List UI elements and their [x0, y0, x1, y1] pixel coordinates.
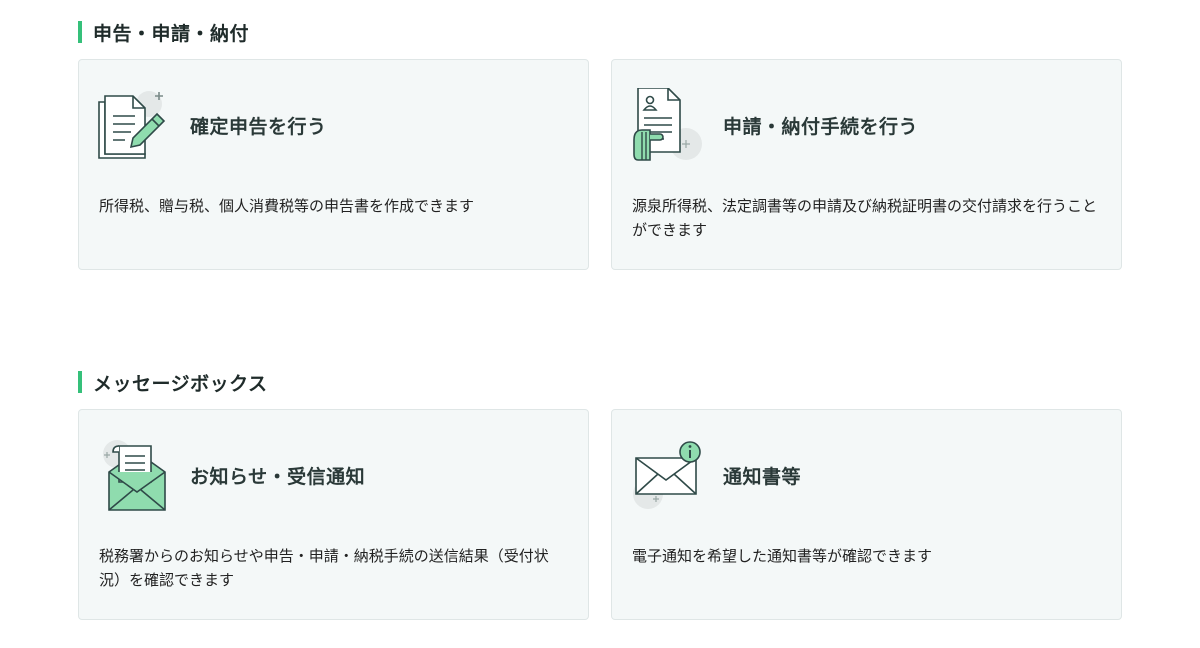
section-message-box: メッセージボックス お知らせ・受信通知 税務署からのお知らせや申告・申請・納税手…	[78, 370, 1125, 623]
card-grid: 確定申告を行う 所得税、贈与税、個人消費税等の申告書を作成できます 申請・納付手…	[78, 59, 1125, 273]
card-notices[interactable]: お知らせ・受信通知 税務署からのお知らせや申告・申請・納税手続の送信結果（受付状…	[78, 409, 589, 620]
open-envelope-letter-icon	[97, 438, 171, 512]
card-title: 通知書等	[723, 466, 802, 488]
envelope-info-icon	[630, 438, 704, 512]
section-title: メッセージボックス	[93, 372, 268, 395]
document-pencil-icon	[97, 88, 171, 162]
card-description: 源泉所得税、法定調書等の申請及び納税証明書の交付請求を行うことができます	[632, 197, 1098, 239]
card-description: 電子通知を希望した通知書等が確認できます	[632, 547, 933, 565]
card-notification-documents[interactable]: 通知書等 電子通知を希望した通知書等が確認できます	[611, 409, 1122, 620]
card-tax-return[interactable]: 確定申告を行う 所得税、贈与税、個人消費税等の申告書を作成できます	[78, 59, 589, 270]
card-title: お知らせ・受信通知	[190, 466, 366, 488]
card-description: 税務署からのお知らせや申告・申請・納税手続の送信結果（受付状況）を確認できます	[99, 547, 549, 589]
card-title: 申請・納付手続を行う	[723, 116, 919, 138]
accent-bar	[78, 21, 82, 43]
card-title: 確定申告を行う	[190, 116, 327, 138]
accent-bar	[78, 371, 82, 393]
section-filing: 申告・申請・納付 確定申告を行う 所得税、贈与税、個人消費税等の申告書を作成でき…	[78, 20, 1125, 273]
section-title: 申告・申請・納付	[93, 22, 250, 45]
card-description: 所得税、贈与税、個人消費税等の申告書を作成できます	[99, 197, 475, 215]
hand-document-icon	[630, 87, 704, 162]
section-heading: 申告・申請・納付	[78, 20, 1125, 45]
card-grid: お知らせ・受信通知 税務署からのお知らせや申告・申請・納税手続の送信結果（受付状…	[78, 409, 1125, 623]
section-heading: メッセージボックス	[78, 370, 1125, 395]
card-application-payment[interactable]: 申請・納付手続を行う 源泉所得税、法定調書等の申請及び納税証明書の交付請求を行う…	[611, 59, 1122, 270]
